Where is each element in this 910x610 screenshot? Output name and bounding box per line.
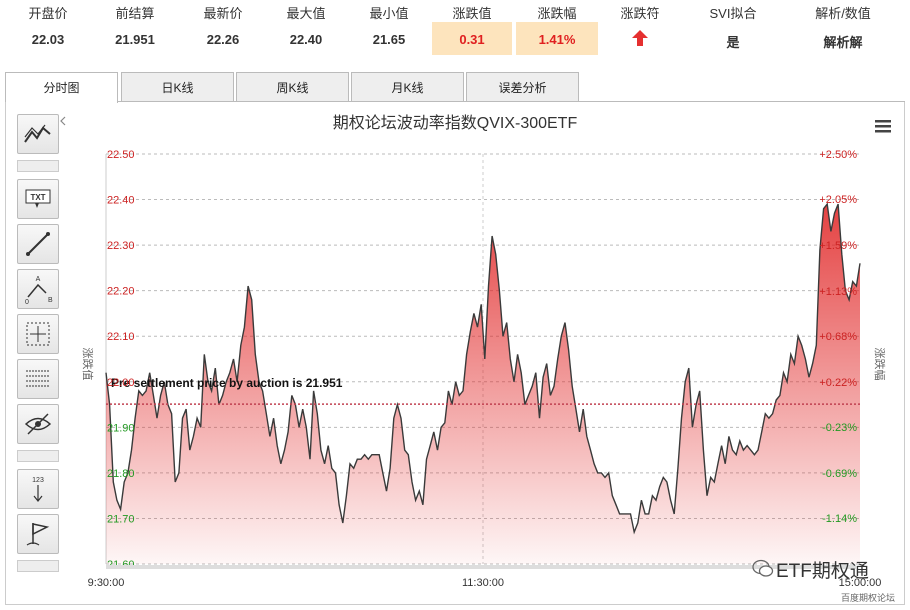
y-tick-label: 22.20: [107, 286, 135, 298]
latest-value: 22.26: [206, 32, 240, 47]
text-tool[interactable]: TXT: [17, 179, 59, 219]
solution-value: 解析解: [823, 35, 863, 50]
pct-tick-label: +1.13%: [819, 286, 857, 298]
col-open: 开盘价 22.03: [8, 0, 88, 60]
pct-tick-label: +2.50%: [819, 149, 857, 161]
svi-value: 是: [726, 35, 740, 50]
line-icon: [26, 232, 50, 256]
pre-settle-value: 21.951: [115, 32, 155, 47]
crosshair-tool[interactable]: [17, 314, 59, 354]
right-axis-title: 涨跌幅: [873, 348, 887, 381]
pct-tick-label: +0.22%: [819, 377, 857, 389]
change-pct-label: 涨跌幅: [537, 6, 577, 21]
watermark-main: ETF期权通: [776, 561, 869, 582]
pre-settle-label: 前结算: [115, 6, 155, 21]
direction-label: 涨跌符: [620, 6, 660, 21]
svg-text:B: B: [48, 297, 53, 304]
y-tick-label: 22.00: [107, 377, 135, 389]
open-value: 22.03: [31, 32, 65, 47]
pct-tick-label: -0.23%: [822, 422, 857, 434]
text-icon: TXT: [25, 189, 51, 208]
col-change-pct: 涨跌幅 1.41%: [516, 0, 598, 60]
toolbar-separator-2: [17, 450, 59, 462]
text-icon-label: TXT: [30, 193, 45, 202]
col-pre-settle: 前结算 21.951: [95, 0, 175, 60]
max-value: 22.40: [289, 32, 323, 47]
col-max: 最大值 22.40: [266, 0, 346, 60]
tab-error-analysis[interactable]: 误差分析: [466, 72, 579, 101]
tab-weekly-kline[interactable]: 周K线: [236, 72, 349, 101]
solution-label: 解析/数值: [815, 6, 871, 21]
tab-intraday[interactable]: 分时图: [5, 72, 118, 103]
pct-tick-label: +1.59%: [819, 240, 857, 252]
pct-tick-label: -1.14%: [822, 513, 857, 525]
flag-icon: [26, 523, 50, 546]
toolbar-separator-3: [17, 560, 59, 572]
y-tick-label: 21.70: [107, 513, 135, 525]
count-icon: 123: [32, 477, 44, 502]
time-scrollbar[interactable]: [106, 565, 856, 569]
trend-line-icon: [24, 124, 51, 143]
change-value: 0.31: [459, 32, 485, 47]
y-tick-label: 22.50: [107, 149, 135, 161]
col-direction: 涨跌符: [600, 0, 680, 60]
price-lines-icon: [26, 370, 50, 387]
chart-svg: 期权论坛波动率指数QVIX-300ETF Pre settlement pric…: [81, 114, 891, 589]
crosshair-icon: [26, 322, 50, 346]
watermark-sub: 百度期权论坛: [841, 593, 896, 603]
chart-title: 期权论坛波动率指数QVIX-300ETF: [333, 114, 578, 132]
count-tool[interactable]: 123: [17, 469, 59, 509]
left-axis-title: 涨跌值: [81, 348, 95, 381]
hide-drawings-tool[interactable]: [17, 404, 59, 444]
y-tick-label: 22.40: [107, 195, 135, 207]
hide-icon: [24, 413, 52, 435]
menu-icon[interactable]: [875, 120, 891, 133]
min-value: 21.65: [372, 32, 406, 47]
toolbar-separator: [17, 160, 59, 172]
y-tick-label: 21.80: [107, 468, 135, 480]
svg-text:A: A: [36, 276, 41, 283]
y-tick-label: 21.90: [107, 422, 135, 434]
trend-line-tool[interactable]: [17, 114, 59, 154]
max-label: 最大值: [286, 6, 326, 21]
pct-tick-label: -0.69%: [822, 468, 857, 480]
svi-label: SVI拟合: [709, 6, 757, 21]
quote-summary: 开盘价 22.03 前结算 21.951 最新价 22.26 最大值 22.40…: [0, 0, 910, 60]
y-tick-label: 22.10: [107, 331, 135, 343]
chart-tabs: 分时图 日K线 周K线 月K线 误差分析: [5, 72, 905, 103]
x-tick-label: 11:30:00: [462, 577, 504, 589]
reference-label: Pre settlement price by auction is 21.95…: [111, 376, 343, 390]
change-pct-value: 1.41%: [538, 32, 576, 47]
flag-tool[interactable]: [17, 514, 59, 554]
up-arrow-icon: [632, 30, 648, 46]
ab-pattern-icon: A B 0: [25, 276, 53, 306]
tab-daily-kline[interactable]: 日K线: [121, 72, 234, 101]
col-svi: SVI拟合 是: [693, 0, 773, 60]
y-tick-label: 22.30: [107, 240, 135, 252]
col-latest: 最新价 22.26: [183, 0, 263, 60]
line-tool[interactable]: [17, 224, 59, 264]
pct-tick-label: +2.05%: [819, 194, 857, 206]
open-label: 开盘价: [28, 6, 68, 21]
col-solution: 解析/数值 解析解: [800, 0, 886, 60]
latest-label: 最新价: [203, 6, 243, 21]
intraday-chart: 期权论坛波动率指数QVIX-300ETF Pre settlement pric…: [60, 102, 905, 605]
count-icon-label: 123: [32, 477, 44, 484]
change-label: 涨跌值: [452, 6, 492, 21]
price-lines-tool[interactable]: [17, 359, 59, 399]
ab-pattern-tool[interactable]: A B 0: [17, 269, 59, 309]
tab-monthly-kline[interactable]: 月K线: [351, 72, 464, 101]
svg-text:0: 0: [25, 299, 29, 306]
col-change: 涨跌值 0.31: [432, 0, 512, 60]
x-tick-label: 9:30:00: [88, 577, 125, 589]
min-label: 最小值: [369, 6, 409, 21]
pct-tick-label: +0.68%: [819, 331, 857, 343]
col-min: 最小值 21.65: [349, 0, 429, 60]
wechat-icon: [752, 559, 774, 577]
